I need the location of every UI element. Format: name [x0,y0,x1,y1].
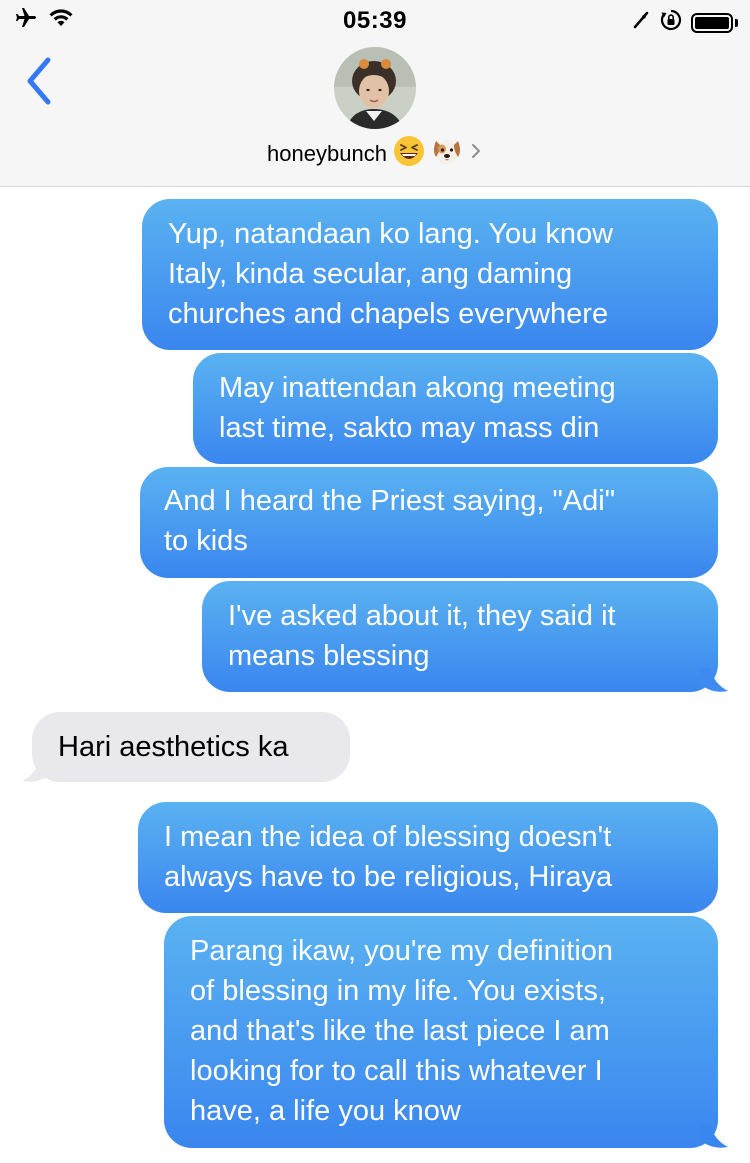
dog-face-icon [431,135,463,172]
sent-message-bubble[interactable]: I've asked about it, they said it means … [202,581,718,692]
sent-message-bubble[interactable]: And I heard the Priest saying, "Adi" to … [140,467,718,578]
grinning-squinting-face-icon [393,135,425,172]
location-arrow-icon [631,10,651,35]
contact-avatar[interactable] [334,47,416,129]
conversation-header: 05:39 honeybunch [0,0,750,187]
contact-name: honeybunch [267,140,387,166]
sent-message-bubble[interactable]: May inattendan akong meeting last time, … [193,353,718,464]
received-bubble-tail [22,758,50,782]
sent-message-bubble[interactable]: Yup, natandaan ko lang. You know Italy, … [142,199,718,350]
orientation-lock-icon [659,8,683,37]
sent-message-bubble[interactable]: Parang ikaw, you're my definition of ble… [164,916,718,1148]
received-message-bubble[interactable]: Hari aesthetics ka [32,712,350,782]
back-button[interactable] [22,56,58,106]
status-bar: 05:39 [0,0,750,40]
sent-message-bubble[interactable]: I mean the idea of blessing doesn't alwa… [138,802,718,913]
sent-bubble-tail [700,668,728,692]
chevron-right-icon [469,141,483,166]
battery-icon [691,12,738,33]
status-right-icons [631,8,738,37]
chevron-left-icon [22,57,58,110]
contact-info-button[interactable]: honeybunch [0,135,750,172]
sent-bubble-tail [700,1124,728,1148]
